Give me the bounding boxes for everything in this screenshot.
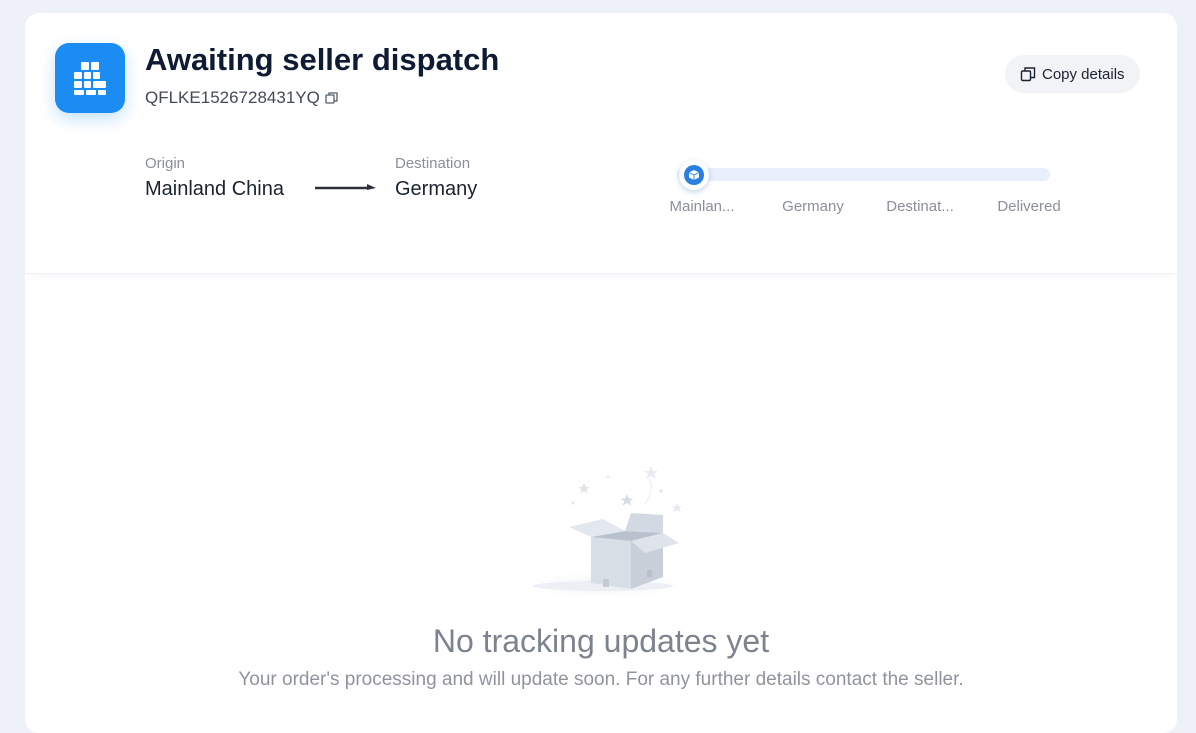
progress-marker [679, 160, 709, 190]
origin-label: Origin [145, 155, 186, 172]
empty-state-message: Your order's processing and will update … [238, 669, 964, 690]
arrow-right-icon [315, 181, 377, 199]
empty-state-title: No tracking updates yet [432, 623, 770, 659]
progress-stage-delivered: Delivered [997, 198, 1061, 215]
destination-value: Germany [395, 178, 478, 200]
page-title: Awaiting seller dispatch [145, 42, 500, 77]
package-icon [684, 165, 704, 185]
progress-stage-country: Germany [782, 198, 844, 215]
copy-details-button[interactable]: Copy details [1005, 55, 1140, 93]
copy-icon [1020, 66, 1036, 82]
progress-track [677, 168, 1050, 181]
tracking-number-text: QFLKE1526728431YQ [145, 88, 320, 107]
empty-box-icon [503, 453, 703, 618]
copy-icon[interactable] [325, 91, 339, 105]
tracking-number: QFLKE1526728431YQ [145, 88, 339, 108]
progress-stage-destination: Destinat... [886, 198, 954, 215]
order-header: Awaiting seller dispatch QFLKE1526728431… [25, 13, 1177, 274]
grid-icon [55, 43, 125, 113]
origin-value: Mainland China [145, 178, 284, 200]
progress-stage-origin: Mainlan... [669, 198, 735, 215]
tracking-card: Awaiting seller dispatch QFLKE1526728431… [25, 13, 1177, 733]
destination-label: Destination [395, 155, 471, 172]
copy-details-label: Copy details [1042, 65, 1125, 83]
